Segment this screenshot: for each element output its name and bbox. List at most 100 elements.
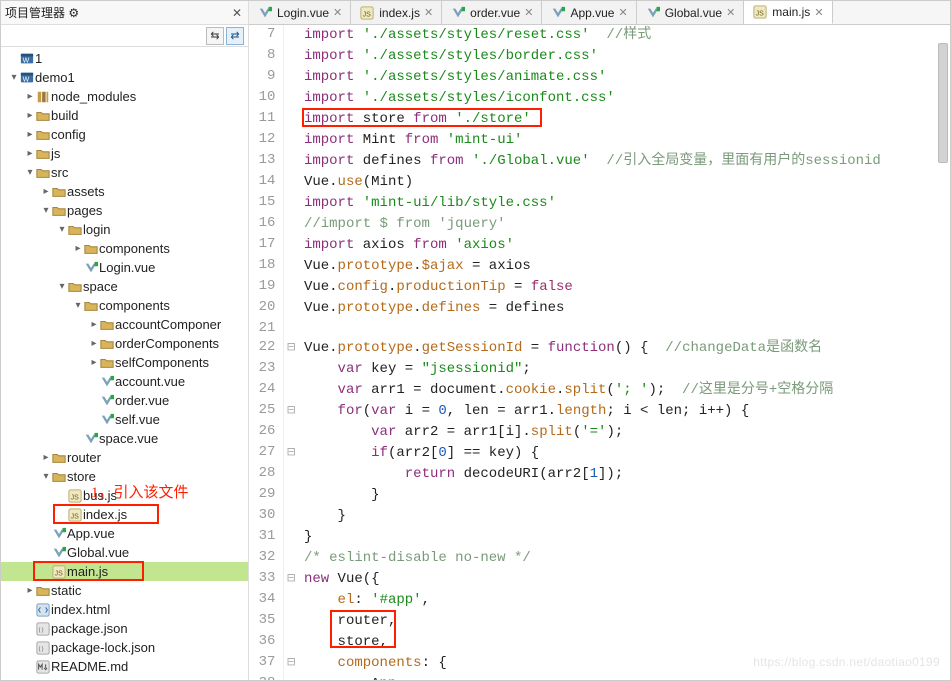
code-line[interactable]: 7import './assets/styles/reset.css' //样式	[249, 25, 950, 46]
code-text[interactable]: el: '#app',	[298, 590, 950, 611]
code-line[interactable]: 19Vue.config.productionTip = false	[249, 277, 950, 298]
toolbar-collapse-button[interactable]: ⇆	[206, 27, 224, 45]
code-text[interactable]: import defines from './Global.vue' //引入全…	[298, 151, 950, 172]
tree-folder[interactable]: ▾components	[1, 296, 248, 315]
code-line[interactable]: 30 }	[249, 506, 950, 527]
tree-folder[interactable]: ▸router	[1, 448, 248, 467]
editor-tab[interactable]: JSmain.js✕	[744, 1, 832, 24]
code-line[interactable]: 16//import $ from 'jquery'	[249, 214, 950, 235]
fold-toggle-icon[interactable]: ⊟	[284, 338, 298, 359]
code-line[interactable]: 13import defines from './Global.vue' //引…	[249, 151, 950, 172]
code-text[interactable]: if(arr2[0] == key) {	[298, 443, 950, 464]
tree-folder[interactable]: ▸selfComponents	[1, 353, 248, 372]
code-text[interactable]: Vue.config.productionTip = false	[298, 277, 950, 298]
code-text[interactable]: Vue.prototype.$ajax = axios	[298, 256, 950, 277]
tree-twisty-icon[interactable]: ▸	[25, 129, 35, 140]
code-line[interactable]: 23 var key = "jsessionid";	[249, 359, 950, 380]
code-line[interactable]: 28 return decodeURI(arr2[1]);	[249, 464, 950, 485]
tab-close-icon[interactable]: ✕	[726, 6, 735, 19]
code-text[interactable]: import axios from 'axios'	[298, 235, 950, 256]
tree-twisty-icon[interactable]: ▸	[41, 186, 51, 197]
code-line[interactable]: 32/* eslint-disable no-new */	[249, 548, 950, 569]
code-text[interactable]	[298, 319, 950, 338]
code-line[interactable]: 36 store,	[249, 632, 950, 653]
tree-file[interactable]: order.vue	[1, 391, 248, 410]
file-tree[interactable]: 1，引入该文件 W1▾Wdemo1▸node_modules▸build▸con…	[1, 47, 248, 680]
tree-folder[interactable]: ▾store	[1, 467, 248, 486]
tree-folder[interactable]: ▸build	[1, 106, 248, 125]
code-text[interactable]: /* eslint-disable no-new */	[298, 548, 950, 569]
tree-file[interactable]: JSbus.js	[1, 486, 248, 505]
tree-twisty-icon[interactable]: ▸	[25, 585, 35, 596]
code-text[interactable]: new Vue({	[298, 569, 950, 590]
code-line[interactable]: 22⊟Vue.prototype.getSessionId = function…	[249, 338, 950, 359]
tab-close-icon[interactable]: ✕	[333, 6, 342, 19]
code-line[interactable]: 17import axios from 'axios'	[249, 235, 950, 256]
code-text[interactable]: import 'mint-ui/lib/style.css'	[298, 193, 950, 214]
tree-twisty-icon[interactable]: ▸	[89, 338, 99, 349]
tab-close-icon[interactable]: ✕	[524, 6, 533, 19]
tree-file[interactable]: Login.vue	[1, 258, 248, 277]
scrollbar-thumb[interactable]	[938, 43, 948, 163]
code-text[interactable]: import './assets/styles/border.css'	[298, 46, 950, 67]
code-line[interactable]: 33⊟new Vue({	[249, 569, 950, 590]
tree-twisty-icon[interactable]: ▸	[89, 319, 99, 330]
tree-file[interactable]: space.vue	[1, 429, 248, 448]
code-line[interactable]: 26 var arr2 = arr1[i].split('=');	[249, 422, 950, 443]
code-line[interactable]: 24 var arr1 = document.cookie.split('; '…	[249, 380, 950, 401]
scrollbar-track[interactable]	[936, 25, 950, 680]
tree-file[interactable]: { }package-lock.json	[1, 638, 248, 657]
code-line[interactable]: 27⊟ if(arr2[0] == key) {	[249, 443, 950, 464]
code-text[interactable]: import store from './store'	[298, 109, 950, 130]
tree-file[interactable]: account.vue	[1, 372, 248, 391]
tree-file[interactable]: JSindex.js	[1, 505, 248, 524]
tree-folder[interactable]: ▸config	[1, 125, 248, 144]
code-text[interactable]: import Mint from 'mint-ui'	[298, 130, 950, 151]
tree-file[interactable]: { }package.json	[1, 619, 248, 638]
tree-folder[interactable]: ▸static	[1, 581, 248, 600]
panel-close-icon[interactable]: ✕	[230, 6, 244, 20]
code-line[interactable]: 10import './assets/styles/iconfont.css'	[249, 88, 950, 109]
code-text[interactable]: store,	[298, 632, 950, 653]
tree-file[interactable]: W1	[1, 49, 248, 68]
code-line[interactable]: 38 App	[249, 674, 950, 680]
code-text[interactable]: import './assets/styles/reset.css' //样式	[298, 25, 950, 46]
fold-toggle-icon[interactable]: ⊟	[284, 653, 298, 674]
code-line[interactable]: 35 router,	[249, 611, 950, 632]
tree-twisty-icon[interactable]: ▸	[25, 110, 35, 121]
fold-toggle-icon[interactable]: ⊟	[284, 401, 298, 422]
code-text[interactable]: var key = "jsessionid";	[298, 359, 950, 380]
editor-tab[interactable]: Global.vue✕	[637, 1, 745, 24]
code-text[interactable]: Vue.prototype.defines = defines	[298, 298, 950, 319]
code-line[interactable]: 34 el: '#app',	[249, 590, 950, 611]
tab-close-icon[interactable]: ✕	[618, 6, 627, 19]
tree-folder[interactable]: ▾space	[1, 277, 248, 296]
code-text[interactable]: var arr2 = arr1[i].split('=');	[298, 422, 950, 443]
tree-folder[interactable]: ▾pages	[1, 201, 248, 220]
tree-folder[interactable]: ▸orderComponents	[1, 334, 248, 353]
tree-twisty-icon[interactable]: ▸	[41, 452, 51, 463]
tree-twisty-icon[interactable]: ▾	[57, 224, 67, 235]
code-line[interactable]: 14Vue.use(Mint)	[249, 172, 950, 193]
tree-folder[interactable]: ▸node_modules	[1, 87, 248, 106]
code-line[interactable]: 12import Mint from 'mint-ui'	[249, 130, 950, 151]
tree-folder[interactable]: ▾src	[1, 163, 248, 182]
editor-tab[interactable]: Login.vue✕	[249, 1, 351, 24]
tree-twisty-icon[interactable]: ▾	[9, 72, 19, 83]
tree-folder[interactable]: ▾login	[1, 220, 248, 239]
code-line[interactable]: 15import 'mint-ui/lib/style.css'	[249, 193, 950, 214]
tree-twisty-icon[interactable]: ▸	[73, 243, 83, 254]
code-text[interactable]: components: {	[298, 653, 950, 674]
code-text[interactable]: var arr1 = document.cookie.split('; '); …	[298, 380, 950, 401]
code-text[interactable]: Vue.use(Mint)	[298, 172, 950, 193]
tree-twisty-icon[interactable]: ▾	[41, 471, 51, 482]
tree-file[interactable]: README.md	[1, 657, 248, 676]
code-text[interactable]: }	[298, 527, 950, 548]
tab-close-icon[interactable]: ✕	[424, 6, 433, 19]
code-line[interactable]: 29 }	[249, 485, 950, 506]
code-text[interactable]: }	[298, 506, 950, 527]
code-line[interactable]: 21	[249, 319, 950, 338]
tree-twisty-icon[interactable]: ▾	[41, 205, 51, 216]
code-line[interactable]: 37⊟ components: {	[249, 653, 950, 674]
tree-folder[interactable]: ▸assets	[1, 182, 248, 201]
